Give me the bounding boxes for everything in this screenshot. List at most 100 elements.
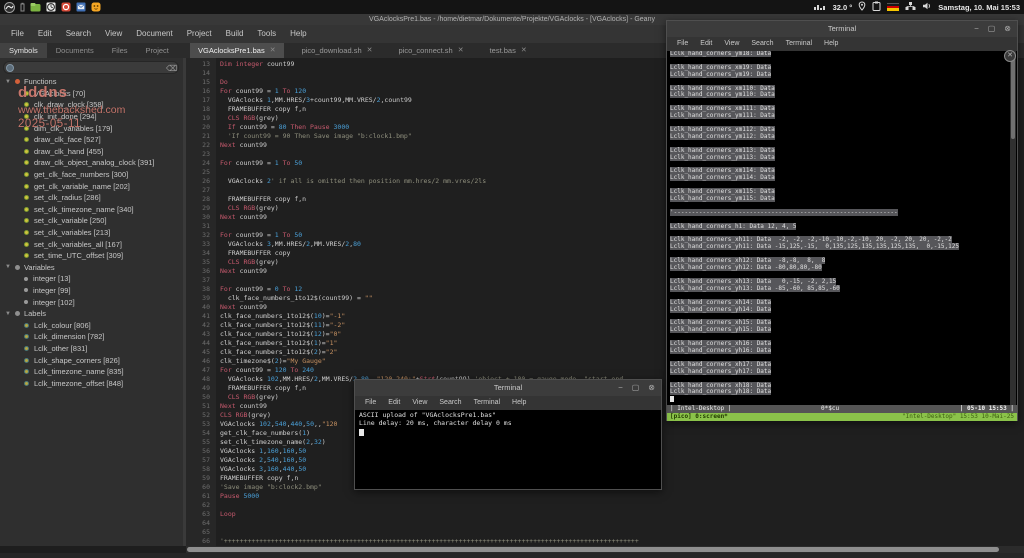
sidebar-tab-project[interactable]: Project [137,43,178,58]
close-tab-icon[interactable]: ✕ [270,43,276,58]
symbol-item[interactable]: clk_init_done [294] [0,111,183,123]
line-number: 58 [202,465,210,474]
terminal-menu-search[interactable]: Search [745,37,779,51]
symbol-group-labels[interactable]: ▼Labels [0,308,183,320]
close-icon[interactable]: ⊗ [648,384,655,392]
line-number: 54 [202,429,210,438]
terminal-titlebar[interactable]: Terminal − ▢ ⊗ [667,21,1017,37]
line-number-gutter: 1314151617181920212223242526272829303132… [186,58,216,546]
menu-file[interactable]: File [4,25,31,43]
expander-icon[interactable]: ▼ [5,79,11,85]
symbol-item[interactable]: integer [99] [0,285,183,297]
file-manager-icon[interactable] [30,2,41,12]
minimize-icon[interactable]: − [974,25,979,33]
terminal-menu-terminal[interactable]: Terminal [780,37,818,51]
symbol-item[interactable]: set_clk_variable [250] [0,215,183,227]
symbol-filter-input[interactable]: ⌫ [3,61,179,74]
symbol-item[interactable]: set_clk_variables [213] [0,227,183,239]
terminal-menu-help[interactable]: Help [818,37,844,51]
terminal-menu-help[interactable]: Help [506,396,532,410]
symbol-item[interactable]: clk_draw_clock [358] [0,99,183,111]
symbol-item[interactable]: get_clk_variable_name [202] [0,180,183,192]
media-app-icon[interactable] [61,2,71,12]
editor-hscrollbar[interactable] [186,546,1024,553]
menu-document[interactable]: Document [129,25,179,43]
symbol-item[interactable]: set_clk_variables_all [167] [0,238,183,250]
distro-logo-icon[interactable] [4,2,15,13]
terminal-menu-terminal[interactable]: Terminal [468,396,506,410]
symbol-item[interactable]: set_clk_radius [286] [0,192,183,204]
terminal-output[interactable]: Lclk_hand_corners_ym18: Data Lclk_hand_c… [667,51,1017,405]
terminal-menu-view[interactable]: View [406,396,433,410]
symbol-item[interactable]: VGAclocks [70] [0,88,183,100]
terminal-menu-file[interactable]: File [671,37,694,51]
symbol-item[interactable]: draw_clk_object_analog_clock [391] [0,157,183,169]
menu-build[interactable]: Build [219,25,251,43]
maximize-icon[interactable]: ▢ [988,25,996,33]
menu-help[interactable]: Help [283,25,313,43]
minimize-icon[interactable]: − [618,384,623,392]
editor-tab-pico_download.sh[interactable]: pico_download.sh✕ [294,43,381,58]
symbol-item[interactable]: set_clk_timezone_name [340] [0,204,183,216]
close-tab-icon[interactable]: ✕ [458,43,464,58]
terminal-menu-edit[interactable]: Edit [694,37,718,51]
terminal-scrollbar[interactable] [1010,51,1016,405]
sidebar-tab-documents[interactable]: Documents [47,43,103,58]
temperature-indicator[interactable]: 32.0 ° [833,3,853,12]
editor-tab-test.bas[interactable]: test.bas✕ [482,43,535,58]
symbol-item[interactable]: Lclk_colour [806] [0,319,183,331]
symbol-item[interactable]: Lclk_shape_corners [826] [0,354,183,366]
symbol-group-variables[interactable]: ▼Variables [0,262,183,274]
sidebar-tab-symbols[interactable]: Symbols [0,43,47,58]
menu-search[interactable]: Search [59,25,98,43]
symbol-item[interactable]: get_clk_face_numbers [300] [0,169,183,181]
clipboard-icon[interactable] [872,0,881,16]
menu-view[interactable]: View [98,25,129,43]
panel-clock[interactable]: Samstag, 10. Mai 15:53 [938,3,1020,12]
expander-icon[interactable]: ▼ [5,264,11,270]
menu-edit[interactable]: Edit [31,25,59,43]
terminal-menu-view[interactable]: View [718,37,745,51]
terminal-titlebar[interactable]: Terminal − ▢ ⊗ [355,380,661,396]
network-icon[interactable] [905,0,916,16]
symbol-item[interactable]: draw_clk_face [527] [0,134,183,146]
close-icon[interactable]: ✕ [1004,50,1016,62]
volume-icon[interactable] [922,0,932,16]
battery-icon[interactable] [20,2,25,12]
symbol-item[interactable]: Lclk_timezone_name [835] [0,366,183,378]
clear-filter-icon[interactable]: ⌫ [166,64,175,73]
symbol-item[interactable]: integer [102] [0,296,183,308]
symbol-item[interactable]: Lclk_dimension [782] [0,331,183,343]
symbol-item[interactable]: draw_clk_hand [455] [0,146,183,158]
terminal-cursor [359,429,364,436]
scrollbar-thumb[interactable] [1011,54,1015,139]
close-icon[interactable]: ⊗ [1004,25,1011,33]
chat-app-icon[interactable] [91,2,101,12]
symbol-item[interactable]: Lclk_other [831] [0,343,183,355]
code-line: Next count99 [220,267,267,276]
close-tab-icon[interactable]: ✕ [367,43,373,58]
symbol-item[interactable]: Lclk_timezone_offset [848] [0,377,183,389]
terminal-menu-search[interactable]: Search [433,396,467,410]
editor-tab-pico_connect.sh[interactable]: pico_connect.sh✕ [391,43,472,58]
editor-tab-VGAclocksPre1.bas[interactable]: VGAclocksPre1.bas✕ [190,43,284,58]
sidebar-tab-files[interactable]: Files [103,43,137,58]
expander-icon[interactable]: ▼ [5,311,11,317]
german-flag-icon[interactable] [887,3,899,11]
symbol-group-functions[interactable]: ▼Functions [0,76,183,88]
terminal-menu-edit[interactable]: Edit [382,396,406,410]
symbol-item[interactable]: integer [13] [0,273,183,285]
location-pin-icon[interactable] [858,0,866,16]
terminal-output[interactable]: ASCII upload of "VGAclocksPre1.bas"Line … [355,410,661,489]
cpu-graph-icon[interactable] [813,0,827,16]
clock-app-icon[interactable] [46,2,56,12]
symbol-item[interactable]: dim_clk_variables [179] [0,122,183,134]
menu-project[interactable]: Project [180,25,219,43]
mail-app-icon[interactable] [76,2,86,12]
maximize-icon[interactable]: ▢ [632,384,640,392]
symbol-item[interactable]: set_time_UTC_offset [309] [0,250,183,262]
close-tab-icon[interactable]: ✕ [521,43,527,58]
menu-tools[interactable]: Tools [250,25,283,43]
hscrollbar-thumb[interactable] [187,547,999,552]
terminal-menu-file[interactable]: File [359,396,382,410]
